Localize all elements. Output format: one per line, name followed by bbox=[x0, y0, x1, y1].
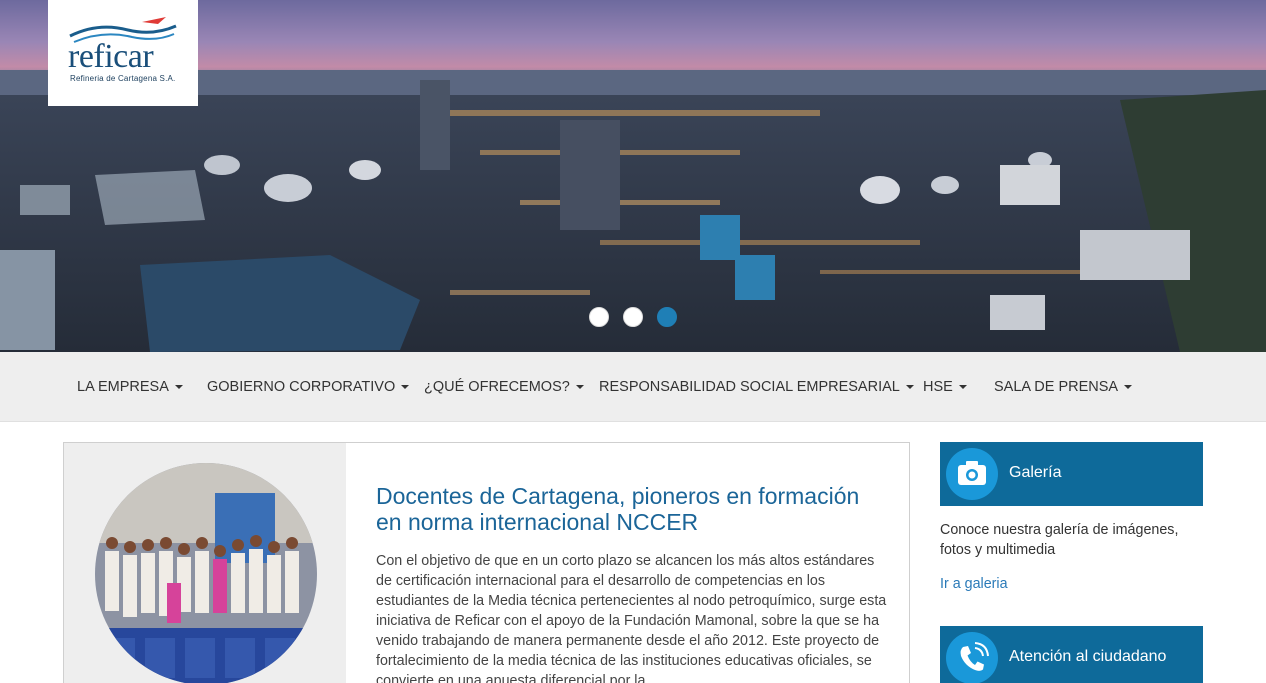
caret-down-icon bbox=[401, 385, 410, 390]
news-photo[interactable] bbox=[95, 463, 317, 683]
nav-item-sala-de-prensa[interactable]: SALA DE PRENSA bbox=[994, 352, 1133, 422]
gallery-link[interactable]: Ir a galeria bbox=[940, 576, 1008, 592]
carousel-indicators bbox=[589, 307, 677, 327]
news-body: Con el objetivo de que en un corto plazo… bbox=[376, 553, 887, 683]
group-photo-image bbox=[95, 463, 317, 683]
reficar-logo[interactable]: reficar Refineria de Cartagena S.A. bbox=[48, 0, 198, 106]
nav-item-label: LA EMPRESA bbox=[77, 379, 169, 395]
caret-down-icon bbox=[174, 385, 183, 390]
caret-down-icon bbox=[575, 385, 584, 390]
nav-item-label: HSE bbox=[923, 379, 953, 395]
carousel-dot-2[interactable] bbox=[623, 307, 643, 327]
citizen-service-title: Atención al ciudadano bbox=[1009, 648, 1167, 665]
nav-item-label: SALA DE PRENSA bbox=[994, 379, 1119, 395]
main-navigation: LA EMPRESA GOBIERNO CORPORATIVO ¿QUÉ OFR… bbox=[0, 352, 1266, 422]
nav-item-responsabilidad-social[interactable]: RESPONSABILIDAD SOCIAL EMPRESARIAL bbox=[599, 352, 914, 422]
logo-wordmark: reficar bbox=[68, 38, 154, 75]
news-image-panel bbox=[64, 443, 346, 683]
caret-down-icon bbox=[1124, 385, 1133, 390]
featured-news-card: Docentes de Cartagena, pioneros en forma… bbox=[63, 442, 910, 683]
nav-item-label: ¿QUÉ OFRECEMOS? bbox=[424, 379, 570, 395]
phone-icon bbox=[946, 632, 998, 683]
hero-banner: reficar Refineria de Cartagena S.A. bbox=[0, 0, 1266, 352]
citizen-service-widget-header[interactable]: Atención al ciudadano bbox=[940, 626, 1203, 683]
news-title[interactable]: Docentes de Cartagena, pioneros en forma… bbox=[376, 483, 886, 535]
nav-item-hse[interactable]: HSE bbox=[923, 352, 967, 422]
caret-down-icon bbox=[905, 385, 914, 390]
nav-item-que-ofrecemos[interactable]: ¿QUÉ OFRECEMOS? bbox=[424, 352, 584, 422]
camera-icon bbox=[946, 448, 998, 500]
nav-item-la-empresa[interactable]: LA EMPRESA bbox=[77, 352, 183, 422]
nav-item-label: RESPONSABILIDAD SOCIAL EMPRESARIAL bbox=[599, 379, 900, 395]
caret-down-icon bbox=[958, 385, 967, 390]
nav-item-label: GOBIERNO CORPORATIVO bbox=[207, 379, 396, 395]
gallery-description: Conoce nuestra galería de imágenes, foto… bbox=[940, 522, 1179, 558]
logo-tagline: Refineria de Cartagena S.A. bbox=[70, 74, 176, 83]
gallery-widget-header[interactable]: Galería bbox=[940, 442, 1203, 506]
carousel-dot-1[interactable] bbox=[589, 307, 609, 327]
nav-item-gobierno-corporativo[interactable]: GOBIERNO CORPORATIVO bbox=[207, 352, 410, 422]
gallery-title: Galería bbox=[1009, 464, 1062, 481]
carousel-dot-3[interactable] bbox=[657, 307, 677, 327]
